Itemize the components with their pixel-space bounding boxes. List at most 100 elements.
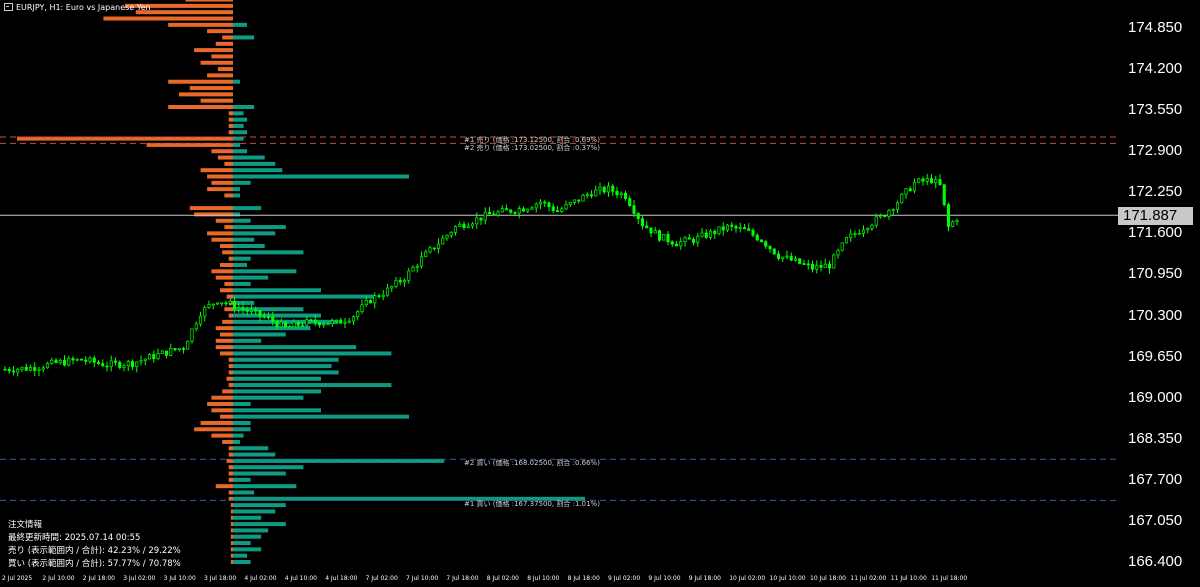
symbol-title: EURJPY, H1: Euro vs Japanese Yen <box>4 3 151 12</box>
sell-profile-bar <box>220 351 233 356</box>
buy-profile-bar <box>233 237 255 242</box>
candle <box>704 229 708 240</box>
candle <box>215 302 220 306</box>
candle <box>211 303 215 310</box>
buy-profile-bar <box>233 111 244 116</box>
buy-profile-bar <box>233 465 304 470</box>
price-axis[interactable]: 174.850 174.200 173.550 172.900 172.250 171.6… <box>1118 0 1200 573</box>
candle <box>772 248 776 255</box>
sell-profile-bar <box>217 67 233 72</box>
candle <box>526 208 530 214</box>
sell-profile-bar <box>211 433 233 438</box>
candle <box>428 245 432 254</box>
candle <box>849 229 853 242</box>
candle <box>823 258 827 268</box>
chart-window[interactable]: EURJPY, H1: Euro vs Japanese Yen #1 売り (… <box>0 0 1200 587</box>
candle <box>37 366 41 376</box>
time-axis[interactable]: 2 Jul 2025 2 Jul 10:00 2 Jul 18:00 3 Jul 02… <box>0 574 1118 587</box>
buy-profile-bar <box>233 35 255 40</box>
candle <box>509 209 513 215</box>
candle <box>568 201 572 207</box>
candle <box>483 207 487 225</box>
candle <box>385 284 390 297</box>
candle <box>534 202 538 213</box>
buy-profile-bar <box>233 212 241 217</box>
candle <box>445 234 449 241</box>
buy-profile-bar <box>233 79 241 84</box>
candle <box>54 358 58 364</box>
candle <box>717 226 721 236</box>
buy-profile-bar <box>233 414 409 419</box>
candle <box>113 357 118 366</box>
candle <box>776 250 781 261</box>
time-tick-label: 9 Jul 02:00 <box>608 575 641 582</box>
buy-profile-bar <box>233 433 244 438</box>
buy-profile-bar <box>233 357 339 362</box>
candle <box>492 210 496 216</box>
candle <box>283 321 288 328</box>
sell-profile-bar <box>207 73 233 78</box>
buy-profile-bar <box>233 471 286 476</box>
time-tick-label: 8 Jul 18:00 <box>567 575 600 582</box>
buy-profile-bar <box>233 484 297 489</box>
buy-profile-bar <box>233 288 321 293</box>
buy-profile-bar <box>233 427 251 432</box>
candle <box>347 317 351 324</box>
candle <box>810 260 815 273</box>
candle <box>857 229 861 235</box>
candle <box>317 321 322 328</box>
candle <box>453 225 458 236</box>
sell-profile-bar <box>189 86 233 91</box>
sell-profile-bar <box>222 439 233 444</box>
time-tick-label: 10 Jul 18:00 <box>810 575 846 582</box>
sell-profile-bar <box>211 408 233 413</box>
candle <box>160 349 164 354</box>
candle <box>861 225 866 238</box>
candle <box>679 237 683 250</box>
order-info-panel: 注文情報 最終更新時間: 2025.07.14 00:55 売り (表示範囲内 … <box>8 519 181 571</box>
buy-profile-bar <box>233 452 276 457</box>
buy-profile-bar <box>233 187 241 192</box>
candle <box>135 361 139 373</box>
buy-profile-bar <box>233 231 276 236</box>
candle <box>789 252 793 262</box>
info-buy: 買い (表示範囲内 / 合計): 57.77% / 70.78% <box>8 559 181 569</box>
sell-profile-bar <box>207 174 233 179</box>
candle <box>585 192 589 199</box>
candle <box>691 237 696 246</box>
candle <box>555 205 560 213</box>
buy-profile-bar <box>233 376 321 381</box>
sell-profile-bar <box>185 0 233 2</box>
buy-profile-bar <box>233 193 241 198</box>
time-tick-label: 3 Jul 10:00 <box>163 575 196 582</box>
sell-profile-bar <box>215 218 233 223</box>
buy-profile-bar <box>233 534 262 539</box>
candle <box>891 208 895 216</box>
sell-profile-bar <box>194 48 233 53</box>
buy-profile-bar <box>233 446 269 451</box>
candle <box>785 250 789 260</box>
sell-profile-bar <box>215 338 233 343</box>
price-tick-label: 169.650 <box>1128 347 1183 365</box>
candle <box>602 185 606 195</box>
sell-profile-bar <box>168 79 233 84</box>
sell-profile-bar <box>230 522 233 527</box>
buy-profile-bar <box>233 256 251 261</box>
sell-profile-bar <box>207 231 233 236</box>
info-sell: 売り (表示範囲内 / 合計): 42.23% / 29.22% <box>8 546 181 556</box>
candle <box>700 227 704 238</box>
candle <box>101 359 105 367</box>
buy-profile-bar <box>233 395 304 400</box>
buy-profile-bar <box>233 509 276 514</box>
buy-profile-bar <box>233 174 409 179</box>
time-tick-label: 8 Jul 10:00 <box>527 575 560 582</box>
candle <box>177 348 181 352</box>
buy-profile-bar <box>233 408 321 413</box>
candle <box>929 174 934 185</box>
candle <box>415 263 419 273</box>
price-tick-label: 171.600 <box>1128 224 1183 242</box>
plot-area[interactable] <box>0 0 1118 573</box>
sell-profile-bar <box>224 193 233 198</box>
time-tick-label: 11 Jul 02:00 <box>850 575 887 582</box>
sell-profile-bar <box>217 155 233 160</box>
